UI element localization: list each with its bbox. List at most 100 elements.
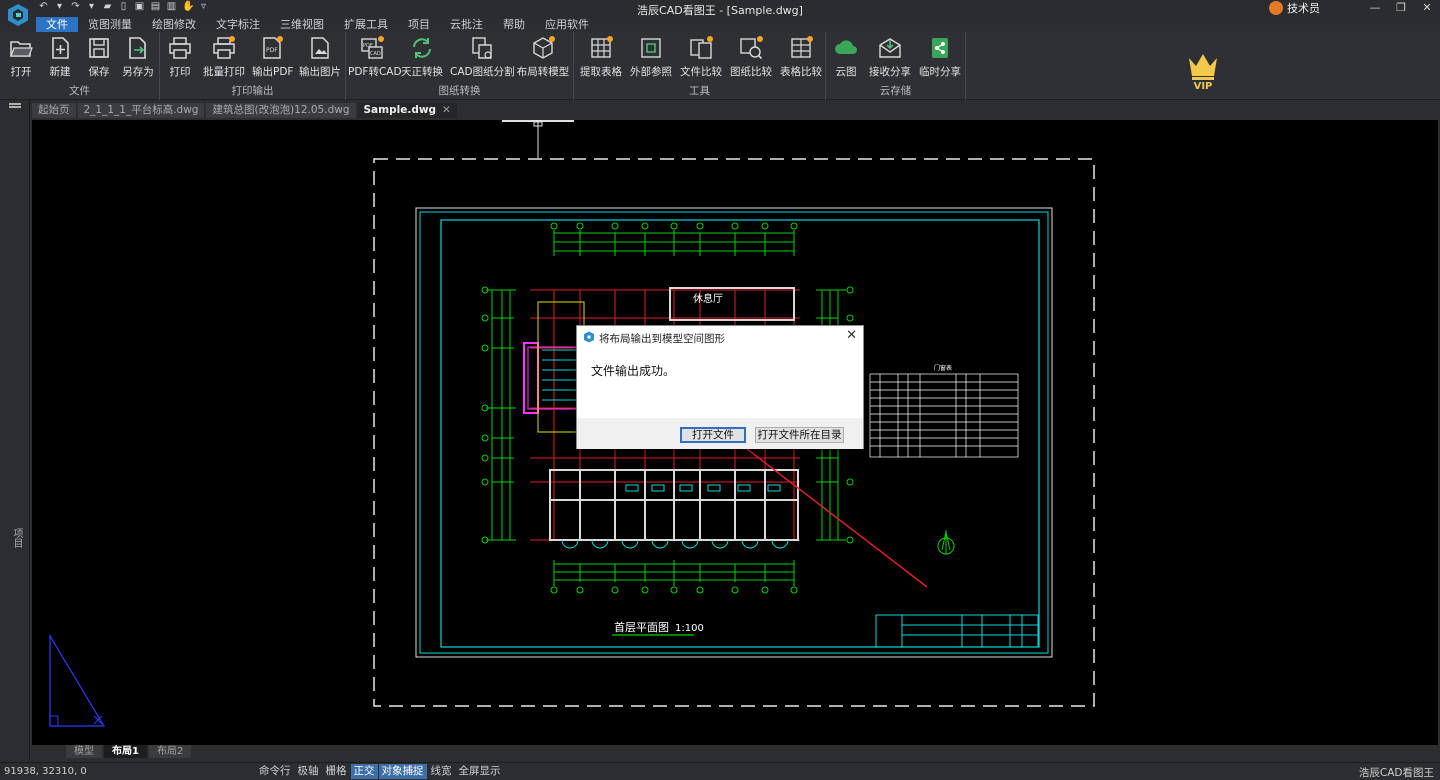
close-tab-icon[interactable]: ✕ [442,104,451,116]
top-dimensions [553,230,795,256]
layout-to-model-button[interactable]: 布局转模型 [516,35,570,81]
close-icon[interactable]: ✕ [846,328,857,343]
restore-icon[interactable]: ❐ [1394,0,1408,16]
door-swings [561,539,789,549]
batch-print-button[interactable]: 批量打印 [202,35,246,81]
table-compare-button[interactable]: 表格比较 [778,35,824,81]
open-folder-button[interactable]: 打开文件所在目录 [755,427,844,443]
toggle-command-line[interactable]: 命令行 [256,764,294,779]
menu-3d-view[interactable]: 三维视图 [270,17,334,32]
app-logo-icon [584,331,594,343]
status-toggles: 命令行 极轴 栅格 正交 对象捕捉 线宽 全屏显示 [256,764,504,779]
menu-cloud-annotate[interactable]: 云批注 [440,17,493,32]
extract-table-button[interactable]: 提取表格 [578,35,624,81]
drawing-compare-button[interactable]: 图纸比较 [728,35,774,81]
group-label-cloud: 云存储 [879,85,912,97]
xref-icon [641,38,661,58]
tab-sample[interactable]: Sample.dwg ✕ [357,103,457,118]
menu-icon[interactable] [9,103,21,105]
app-name-label: 浩辰CAD看图王 [1358,767,1434,779]
drawing-scale: 1:100 [675,623,704,634]
file-compare-button[interactable]: 文件比较 [678,35,724,81]
cad-split-button[interactable]: CAD图纸分割 [450,35,515,81]
room-label: 休息厅 [693,292,723,305]
open-button[interactable]: 打开 [6,35,36,81]
title-bar: ↶ ▾ ↷ ▾ ▰ ▯ ▣ ▤ ▥ ✋ ▿ 浩辰CAD看图王 - [Sample… [0,0,1440,26]
toggle-ortho[interactable]: 正交 [350,764,378,779]
new-button[interactable]: 新建 [44,35,76,81]
window-controls: — ❐ ✕ [1368,0,1434,16]
menu-bar: 文件 览图测量 绘图修改 文字标注 三维视图 扩展工具 项目 云批注 帮助 应用… [36,17,599,32]
stair-outline [523,342,539,414]
annotation-arrow [737,441,928,588]
vip-badge[interactable]: VIP [1186,50,1220,92]
close-icon[interactable]: ✕ [1420,0,1434,16]
ribbon-group-tools: 提取表格 外部参照 文件比较 图纸比较 表格比较 工具 [574,32,826,100]
pdf-to-cad-button[interactable]: PDF CAD PDF转CAD [348,35,402,81]
layout-to-model-icon [533,36,555,59]
window-title: 浩辰CAD看图王 - [Sample.dwg] [637,4,803,17]
cursor-coordinates: 91938, 32310, 0 [4,766,87,777]
dialog-title: 将布局输出到模型空间图形 [599,333,725,345]
minimize-icon[interactable]: — [1368,0,1382,16]
menu-extensions[interactable]: 扩展工具 [334,17,398,32]
temp-share-button[interactable]: 临时分享 [918,35,962,81]
user-name: 技术员 [1287,2,1320,15]
menu-apps[interactable]: 应用软件 [535,17,599,32]
ribbon-group-convert: PDF CAD PDF转CAD 天正转换 CAD图纸分割 布局转模型 图纸转换 [346,32,574,100]
toggle-grid[interactable]: 栅格 [323,764,350,779]
batch-print-icon [213,36,235,59]
new-file-icon [52,37,69,59]
external-reference-button[interactable]: 外部参照 [628,35,674,81]
dialog-message: 文件输出成功。 [591,364,676,378]
save-button[interactable]: 保存 [84,35,114,81]
status-bar: 91938, 32310, 0 命令行 极轴 栅格 正交 对象捕捉 线宽 全屏显… [0,762,1440,780]
split-icon [472,37,492,59]
sidebar-project-label[interactable]: 项目 [9,528,24,548]
cloud-drawing-button[interactable]: 云图 [830,35,862,81]
tab-site-plan[interactable]: 建筑总图(改泡泡)12.05.dwg [206,103,356,118]
save-as-icon [129,37,146,59]
layout-tab-layout1[interactable]: 布局1 [104,745,147,758]
layout-tab-layout2[interactable]: 布局2 [148,745,192,758]
tab-start-page[interactable]: 起始页 [32,103,76,118]
export-image-button[interactable]: 输出图片 [298,35,342,81]
avatar [1269,1,1283,15]
svg-text:PDF: PDF [266,47,278,54]
menu-draw-modify[interactable]: 绘图修改 [142,17,206,32]
menu-view-measure[interactable]: 览图测量 [78,17,142,32]
open-file-button[interactable]: 打开文件 [680,427,746,443]
user-menu[interactable]: 技术员 [1269,0,1320,16]
receive-share-button[interactable]: 接收分享 [868,35,912,81]
tangent-convert-button[interactable]: 天正转换 [400,35,444,81]
vip-label: VIP [1193,81,1213,92]
toggle-object-snap[interactable]: 对象捕捉 [378,764,427,779]
save-as-button[interactable]: 另存为 [120,35,156,81]
toggle-polar[interactable]: 极轴 [295,764,322,779]
drawing-compare-icon [740,36,763,60]
tab-platform-elevation[interactable]: 2_1_1_1_平台标高.dwg [77,103,205,118]
export-pdf-button[interactable]: PDF 输出PDF [252,35,293,81]
print-button[interactable]: 打印 [164,35,196,81]
toggle-fullscreen[interactable]: 全屏显示 [456,764,504,779]
menu-text-annotate[interactable]: 文字标注 [206,17,270,32]
menu-project[interactable]: 项目 [398,17,440,32]
pdf-to-cad-icon: PDFCAD [361,36,384,59]
table-compare-icon [791,36,813,58]
convert-icon [413,38,431,58]
bottom-dimensions [553,560,795,586]
save-icon [89,38,109,58]
layout-tab-model[interactable]: 模型 [66,745,102,758]
group-label-print: 打印输出 [231,85,274,97]
printer-icon [169,37,191,59]
image-icon [311,37,329,59]
left-dimensions [486,289,516,541]
menu-help[interactable]: 帮助 [493,17,535,32]
door-window-schedule [869,373,1019,458]
ribbon-group-print: 打印 批量打印 PDF 输出PDF 输出图片 打印输出 [160,32,346,100]
file-compare-icon [690,36,713,59]
cloud-icon [835,40,857,54]
toggle-lineweight[interactable]: 线宽 [428,764,455,779]
menu-file[interactable]: 文件 [36,17,78,32]
title-block [875,614,1039,648]
